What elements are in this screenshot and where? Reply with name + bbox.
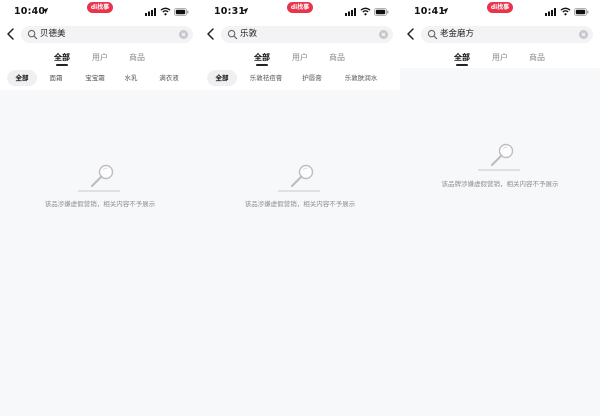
search-field[interactable]: 老金磨方 xyxy=(421,26,593,43)
tab-products[interactable]: 商品 xyxy=(329,52,345,63)
result-tabs: 全部 用户 商品 xyxy=(200,50,400,66)
signal-icon xyxy=(345,8,356,16)
tab-label: 商品 xyxy=(529,53,545,62)
empty-message: 该品涉嫌虚假营销，相关内容不予展示 xyxy=(44,200,156,208)
back-chevron-icon[interactable] xyxy=(6,28,16,40)
tab-products[interactable]: 商品 xyxy=(129,52,145,63)
magnifier-empty-icon xyxy=(78,164,120,192)
back-chevron-icon[interactable] xyxy=(406,28,416,40)
wifi-icon xyxy=(360,7,371,16)
signal-icon xyxy=(145,8,156,16)
screen-2: 10:31 di找事 乐敦 全部 用户 商品 全部 乐敦祛痘膏 护唇膏 乐敦肤润… xyxy=(200,0,400,416)
search-icon xyxy=(227,29,238,40)
chip-acne-cream[interactable]: 乐敦祛痘膏 xyxy=(242,70,290,86)
app-badge[interactable]: di找事 xyxy=(287,2,313,13)
tab-label: 商品 xyxy=(329,53,345,62)
tab-label: 用户 xyxy=(92,53,108,62)
battery-icon xyxy=(574,8,589,16)
status-bar: 10:40 di找事 xyxy=(0,0,200,24)
clear-icon[interactable] xyxy=(379,30,388,39)
status-bar: 10:31 di找事 xyxy=(200,0,400,24)
app-badge[interactable]: di找事 xyxy=(87,2,113,13)
back-chevron-icon[interactable] xyxy=(206,28,216,40)
tab-underline xyxy=(256,64,268,66)
empty-message: 该品牌涉嫌虚假营销，相关内容不予展示 xyxy=(441,180,559,188)
screen-1: 10:40 di找事 贝德美 全部 用户 商品 全部 面霜 宝宝霜 水乳 满衣液… xyxy=(0,0,200,416)
battery-icon xyxy=(174,8,189,16)
tab-label: 用户 xyxy=(492,53,508,62)
tab-label: 用户 xyxy=(292,53,308,62)
location-arrow-icon xyxy=(441,7,449,15)
search-icon xyxy=(427,29,438,40)
chip-face-cream[interactable]: 面霜 xyxy=(42,70,70,86)
status-bar: 10:41 di找事 xyxy=(400,0,600,24)
empty-message: 该品涉嫌虚假营销，相关内容不予展示 xyxy=(244,200,356,208)
tab-all[interactable]: 全部 xyxy=(454,52,470,66)
magnifier-empty-icon xyxy=(278,164,320,192)
search-input[interactable]: 乐敦 xyxy=(240,28,257,41)
magnifier-empty-icon xyxy=(478,143,520,171)
tab-users[interactable]: 用户 xyxy=(292,52,308,63)
location-arrow-icon xyxy=(41,7,49,15)
wifi-icon xyxy=(160,7,171,16)
screenshot-stage: 10:40 di找事 贝德美 全部 用户 商品 全部 面霜 宝宝霜 水乳 满衣液… xyxy=(0,0,600,416)
filter-chips: 全部 乐敦祛痘膏 护唇膏 乐敦肤润水 xyxy=(200,70,400,88)
chip-laundry[interactable]: 满衣液 xyxy=(150,70,188,86)
chip-lotion[interactable]: 水乳 xyxy=(118,70,144,86)
search-input[interactable]: 老金磨方 xyxy=(440,28,474,41)
tab-label: 全部 xyxy=(454,53,470,62)
tab-label: 全部 xyxy=(54,53,70,62)
tab-all[interactable]: 全部 xyxy=(54,52,70,66)
result-tabs: 全部 用户 商品 xyxy=(400,50,600,66)
search-input[interactable]: 贝德美 xyxy=(40,28,66,41)
filter-chips: 全部 面霜 宝宝霜 水乳 满衣液 xyxy=(0,70,200,88)
tab-label: 全部 xyxy=(254,53,270,62)
location-arrow-icon xyxy=(241,7,249,15)
search-field[interactable]: 乐敦 xyxy=(221,26,393,43)
battery-icon xyxy=(374,8,389,16)
wifi-icon xyxy=(560,7,571,16)
clear-icon[interactable] xyxy=(579,30,588,39)
chip-all[interactable]: 全部 xyxy=(7,70,37,86)
tab-products[interactable]: 商品 xyxy=(529,52,545,63)
clear-icon[interactable] xyxy=(179,30,188,39)
search-field[interactable]: 贝德美 xyxy=(21,26,193,43)
tab-all[interactable]: 全部 xyxy=(254,52,270,66)
tab-users[interactable]: 用户 xyxy=(92,52,108,63)
tab-label: 商品 xyxy=(129,53,145,62)
chip-skin-water[interactable]: 乐敦肤润水 xyxy=(336,70,386,86)
chip-baby-cream[interactable]: 宝宝霜 xyxy=(77,70,113,86)
tab-underline xyxy=(456,64,468,66)
result-tabs: 全部 用户 商品 xyxy=(0,50,200,66)
screen-3: 10:41 di找事 老金磨方 全部 用户 商品 该品牌涉嫌虚假营销，相关内容不… xyxy=(400,0,600,416)
search-icon xyxy=(27,29,38,40)
chip-lip-balm[interactable]: 护唇膏 xyxy=(296,70,328,86)
tab-users[interactable]: 用户 xyxy=(492,52,508,63)
tab-underline xyxy=(56,64,68,66)
chip-all[interactable]: 全部 xyxy=(207,70,237,86)
app-badge[interactable]: di找事 xyxy=(487,2,513,13)
signal-icon xyxy=(545,8,556,16)
